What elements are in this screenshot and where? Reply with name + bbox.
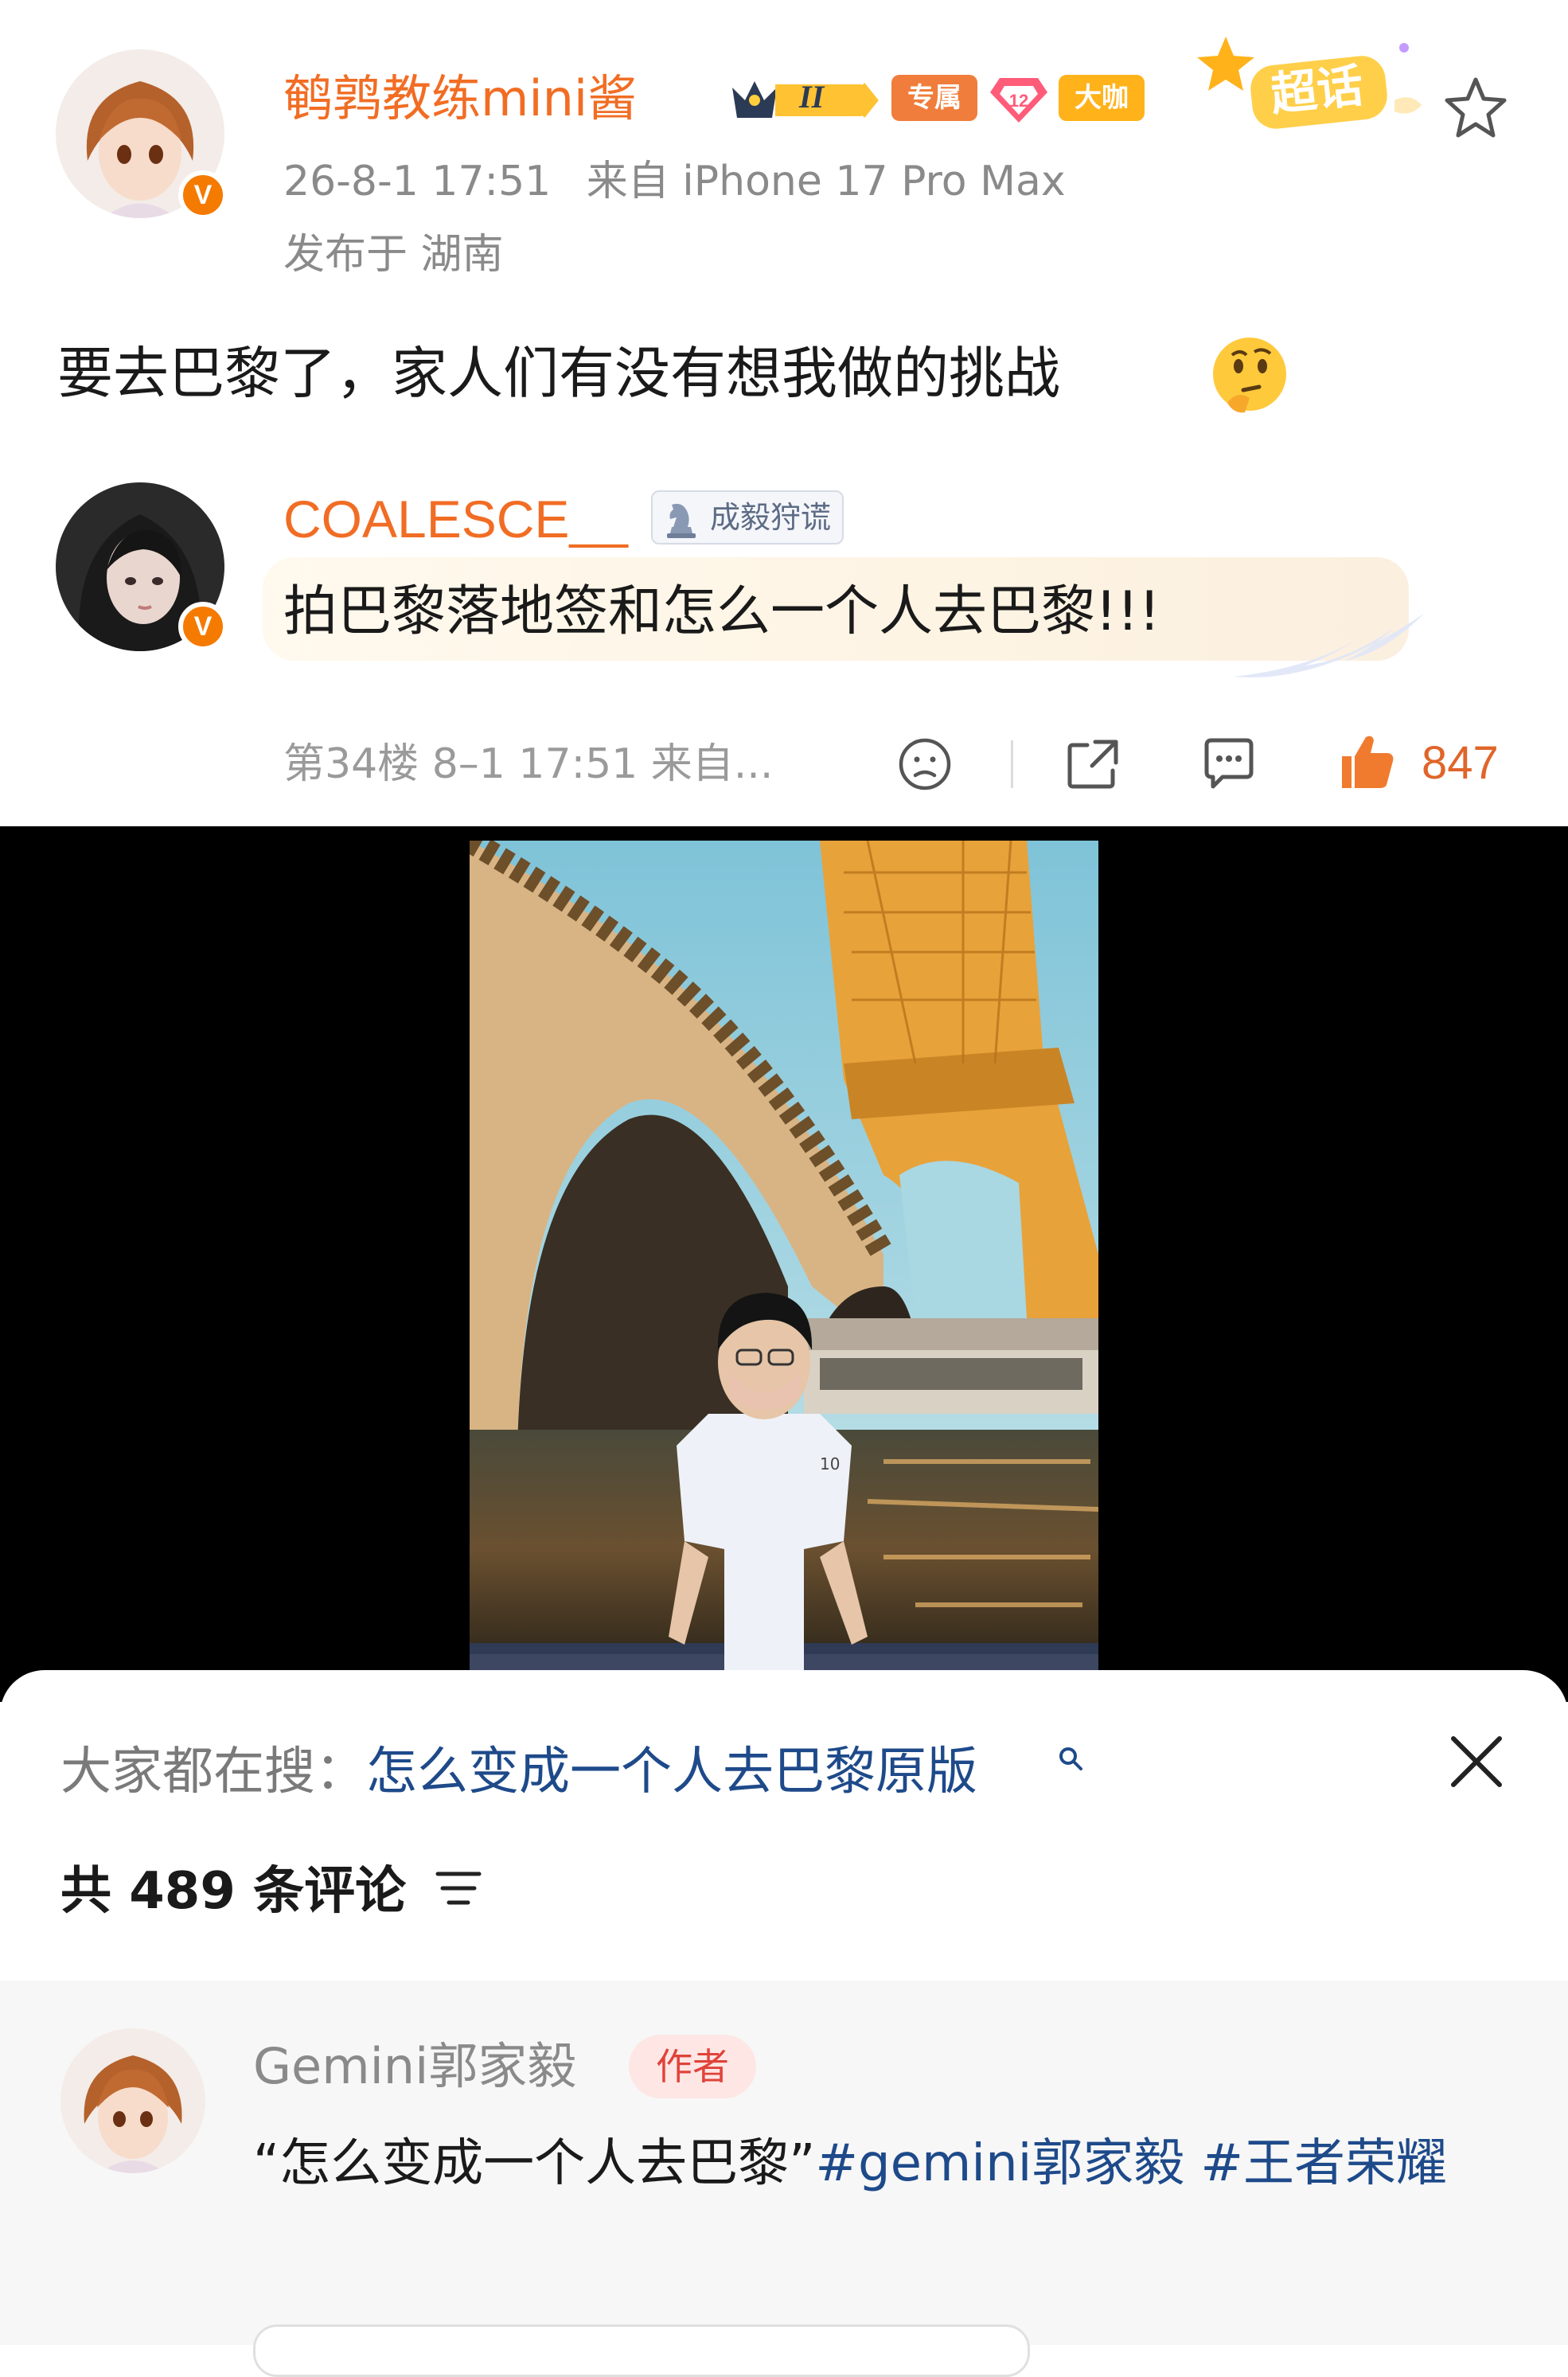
comment-floor-meta: 第34楼 8–1 17:51 来自... (283, 740, 774, 788)
reply-comment-icon[interactable] (1199, 734, 1259, 794)
fan-badge[interactable]: 成毅狩谎 (651, 490, 844, 544)
favorite-star-icon[interactable] (1441, 73, 1511, 143)
reply-avatar[interactable] (60, 2028, 205, 2173)
sort-filter-icon[interactable] (433, 1864, 484, 1915)
reply-input-hint[interactable] (253, 2324, 1030, 2377)
trending-search-label: 大家都在搜： (60, 1743, 366, 1801)
verified-badge: V (178, 170, 228, 220)
hashtag-honor-of-kings[interactable]: #王者荣耀 (1200, 2134, 1447, 2193)
like-count[interactable]: 847 (1422, 736, 1499, 791)
commenter-username[interactable]: COALESCE__ (283, 487, 628, 551)
svg-text:12: 12 (1009, 91, 1028, 111)
post-text: 要去巴黎了，家人们有没有想我做的挑战 (57, 341, 1060, 406)
video-frame-image[interactable]: 10 (470, 841, 1098, 1670)
hashtag-gemini[interactable]: #gemini郭家毅 (815, 2134, 1184, 2193)
thinking-face-icon (1210, 334, 1291, 416)
post-source: 来自 iPhone 17 Pro Max (586, 158, 1066, 205)
crown-level-badge[interactable]: II (726, 73, 879, 124)
post-timestamp: 26-8-1 17:51 (283, 158, 552, 205)
close-icon[interactable] (1447, 1732, 1506, 1791)
super-topic-badge[interactable]: 超话 (1196, 29, 1431, 140)
reply-text-body: “怎么变成一个人去巴黎” (253, 2134, 816, 2193)
commenter-verified-badge: V (178, 602, 228, 651)
comment-text: 拍巴黎落地签和怎么一个人去巴黎!!! (283, 580, 1160, 643)
daka-badge[interactable]: 大咖 (1059, 75, 1145, 121)
comment-count: 共 489 条评论 (60, 1862, 407, 1921)
like-thumb-icon[interactable] (1334, 729, 1398, 793)
exclusive-badge[interactable]: 专属 (891, 75, 977, 121)
trending-search[interactable]: 大家都在搜：怎么变成一个人去巴黎原版 (60, 1740, 977, 1804)
post-time: 26-8-1 17:51 来自 iPhone 17 Pro Max (283, 156, 1066, 207)
search-icon[interactable] (1057, 1745, 1084, 1772)
post-location: 发布于 湖南 (283, 231, 504, 279)
sad-face-icon[interactable] (896, 736, 954, 793)
share-icon[interactable] (1063, 734, 1124, 794)
reply-username[interactable]: Gemini郭家毅 (253, 2035, 576, 2098)
post-body: 要去巴黎了，家人们有没有想我做的挑战 (57, 338, 1060, 409)
reply-text: “怎么变成一个人去巴黎”#gemini郭家毅 #王者荣耀 (253, 2116, 1495, 2211)
chess-knight-icon (667, 503, 696, 538)
poster-username[interactable]: 鹌鹑教练mini酱 (283, 67, 637, 131)
svg-text:10: 10 (820, 1454, 840, 1473)
level-text: II (799, 79, 825, 115)
divider (1011, 740, 1013, 788)
fan-badge-text: 成毅狩谎 (710, 500, 832, 535)
super-topic-label: 超话 (1268, 58, 1366, 122)
author-tag: 作者 (629, 2035, 756, 2098)
trending-search-query[interactable]: 怎么变成一个人去巴黎原版 (366, 1743, 977, 1801)
diamond-badge-icon[interactable]: 12 (989, 72, 1049, 126)
wing-decoration-icon (1226, 605, 1433, 693)
